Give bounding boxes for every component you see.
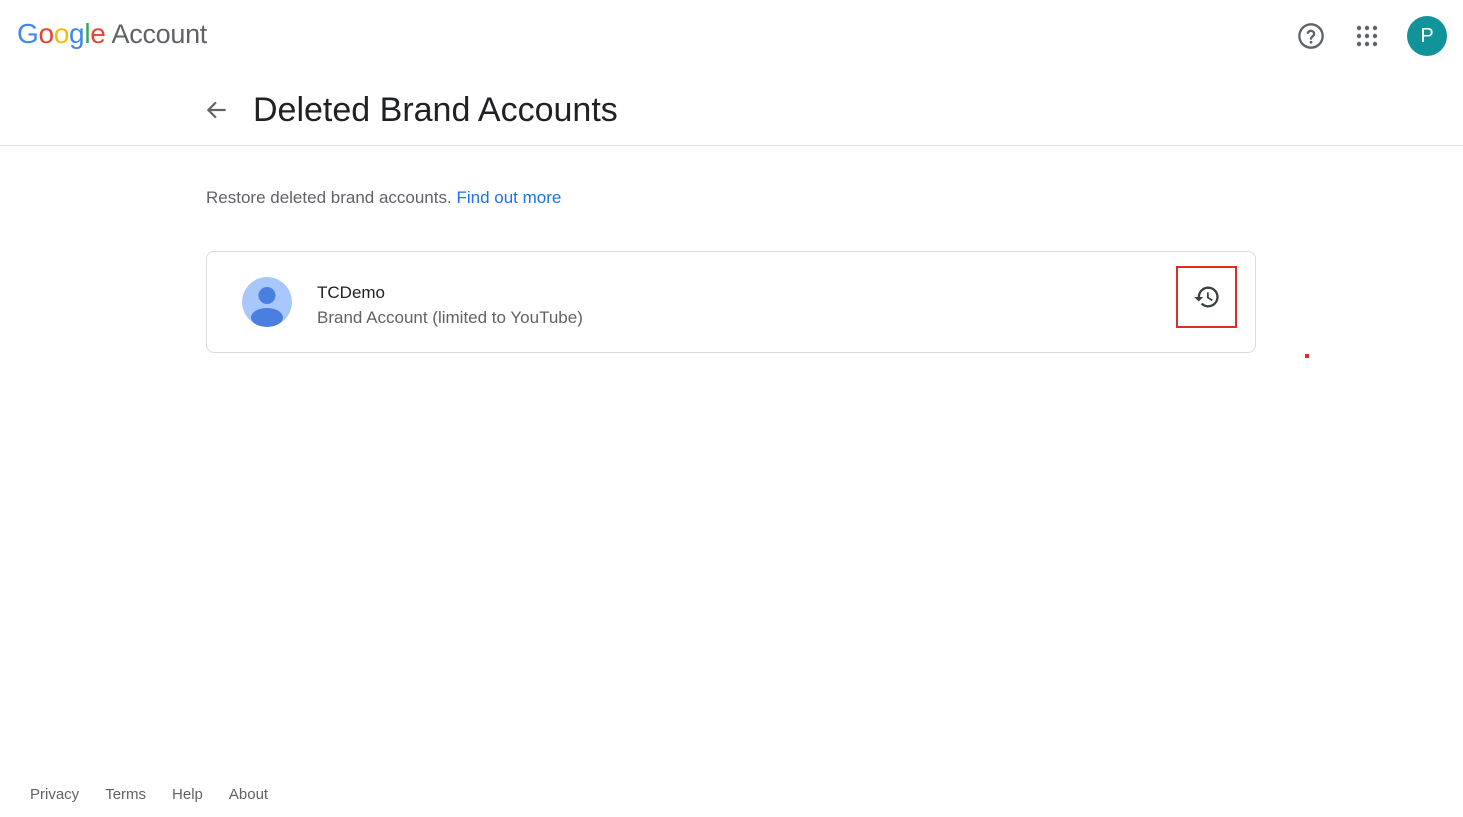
logo-letter: G — [17, 18, 39, 49]
footer-link-terms[interactable]: Terms — [92, 783, 159, 807]
restore-account-button[interactable] — [1176, 266, 1237, 328]
top-bar: Google Account P — [0, 0, 1463, 72]
help-button[interactable] — [1291, 16, 1331, 56]
account-type: Brand Account (limited to YouTube) — [317, 308, 583, 327]
top-icons: P — [1291, 16, 1447, 56]
footer-link-privacy[interactable]: Privacy — [17, 783, 92, 807]
footer: Privacy Terms Help About — [17, 783, 281, 807]
person-avatar-icon — [242, 277, 292, 327]
account-avatar — [242, 277, 292, 327]
intro-text: Restore deleted brand accounts. Find out… — [206, 187, 561, 209]
page-title: Deleted Brand Accounts — [253, 91, 618, 129]
deleted-account-card: TCDemo Brand Account (limited to YouTube… — [206, 251, 1256, 353]
title-bar: Deleted Brand Accounts — [0, 72, 1463, 146]
find-out-more-link[interactable]: Find out more — [456, 188, 561, 207]
logo-letter: e — [90, 18, 106, 49]
google-wordmark: Google — [17, 18, 106, 50]
footer-link-help[interactable]: Help — [159, 783, 216, 807]
logo-letter: g — [69, 18, 85, 49]
apps-grid-icon — [1356, 25, 1378, 47]
back-button[interactable] — [197, 90, 237, 130]
avatar-initial: P — [1420, 24, 1434, 47]
account-avatar-button[interactable]: P — [1407, 16, 1447, 56]
product-name: Account — [111, 19, 208, 49]
page: Google Account P Deleted Brand Accounts … — [0, 0, 1463, 817]
account-name: TCDemo — [317, 283, 386, 302]
restore-history-icon — [1193, 286, 1219, 308]
footer-link-about[interactable]: About — [216, 783, 281, 807]
help-circle-icon — [1298, 23, 1324, 49]
apps-button[interactable] — [1347, 16, 1387, 56]
arrow-back-icon — [206, 101, 226, 119]
marker-dot — [1305, 354, 1309, 358]
google-account-logo[interactable]: Google Account — [17, 18, 207, 50]
logo-letter: o — [53, 18, 70, 49]
logo-letter: o — [38, 18, 54, 49]
intro-description: Restore deleted brand accounts. — [206, 188, 452, 207]
